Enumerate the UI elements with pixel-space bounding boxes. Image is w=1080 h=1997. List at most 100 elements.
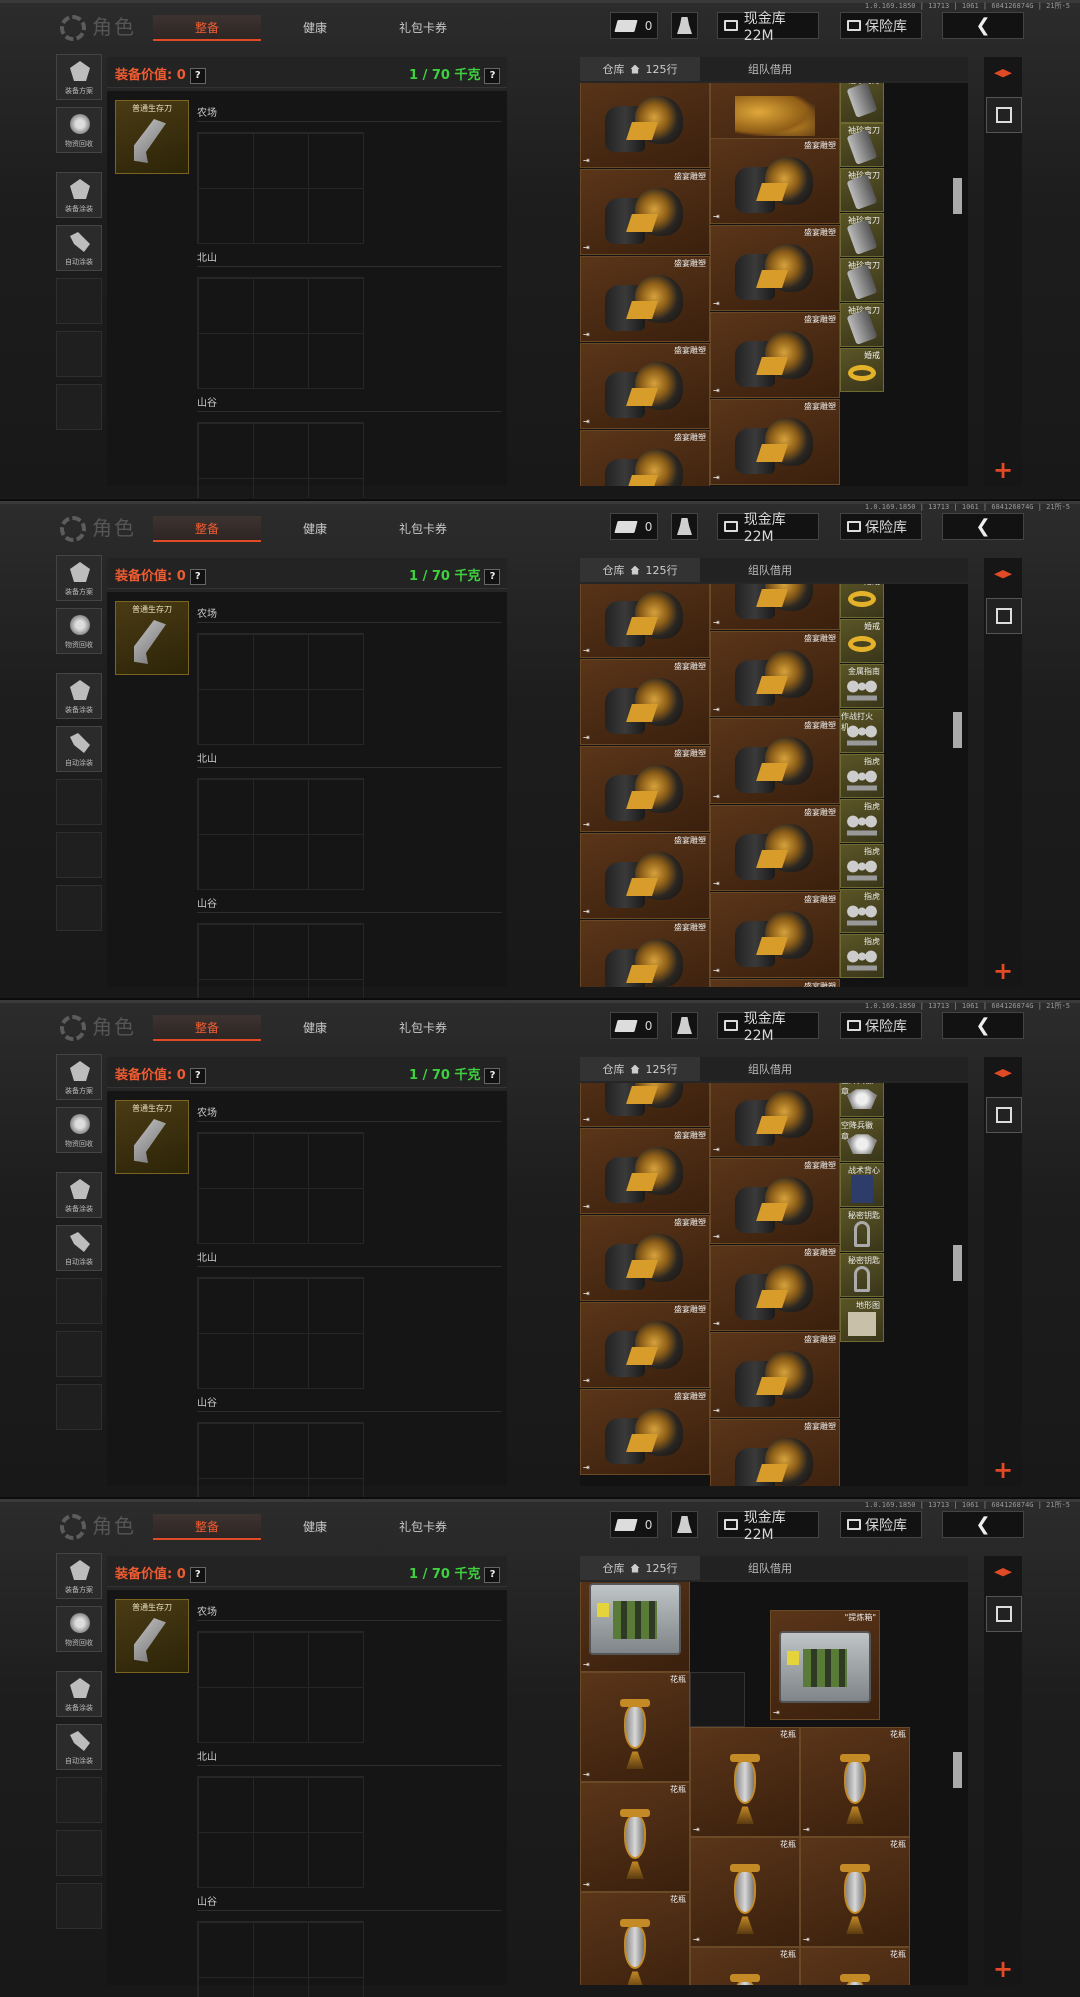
nav-loadout[interactable]: 装备方案 xyxy=(56,54,102,100)
inventory-item[interactable]: 盛宴雕塑⇥ xyxy=(710,718,840,804)
nav-recycle[interactable]: 物资回收 xyxy=(56,1606,102,1652)
sort-button[interactable] xyxy=(986,1059,1020,1093)
tab-storage[interactable]: 仓库 125行 xyxy=(580,1057,700,1081)
empty-grid[interactable] xyxy=(197,1132,364,1244)
tab-health[interactable]: 健康 xyxy=(285,516,345,540)
tab-equip[interactable]: 整备 xyxy=(153,15,261,41)
sort-button[interactable] xyxy=(986,1558,1020,1592)
sort-button[interactable] xyxy=(986,560,1020,594)
inventory-item[interactable]: 盛宴雕塑⇥ xyxy=(580,1083,710,1127)
profile-button[interactable] xyxy=(671,513,698,540)
scrollbar-thumb[interactable] xyxy=(953,178,962,214)
cash-vault-button[interactable]: 现金库 22M xyxy=(717,1011,819,1044)
inventory-item[interactable]: 盛宴雕塑⇥ xyxy=(580,1389,710,1475)
inventory-item[interactable]: 盛宴雕塑⇥ xyxy=(580,1302,710,1388)
inventory-item[interactable]: 指虎 xyxy=(840,889,884,933)
back-button[interactable]: ❮ xyxy=(942,12,1024,39)
sort-button[interactable] xyxy=(986,59,1020,93)
nav-recycle[interactable]: 物资回收 xyxy=(56,608,102,654)
tab-equip[interactable]: 整备 xyxy=(153,1514,261,1540)
inventory-item[interactable]: ⇥ xyxy=(580,83,710,168)
back-button[interactable]: ❮ xyxy=(942,1511,1024,1538)
nav-loadout[interactable]: 装备方案 xyxy=(56,555,102,601)
inventory-item[interactable]: 花瓶⇥ xyxy=(800,1837,910,1947)
inventory-item[interactable]: 金属指南 xyxy=(840,664,884,708)
equipped-knife-slot[interactable]: 普通生存刀 xyxy=(115,601,189,675)
back-button[interactable]: ❮ xyxy=(942,513,1024,540)
nav-loadout[interactable]: 装备方案 xyxy=(56,1054,102,1100)
inventory-item[interactable]: 袖珍弯刀 xyxy=(840,258,884,302)
nav-auto-paint[interactable]: 自动涂装 xyxy=(56,225,102,271)
cash-vault-button[interactable]: 现金库 22M xyxy=(717,1510,819,1543)
inventory-item[interactable]: 盛宴雕塑⇥ xyxy=(580,1215,710,1301)
inventory-item[interactable]: "提炼箱"⇥ xyxy=(580,1582,690,1672)
empty-grid[interactable] xyxy=(197,923,364,999)
equipped-knife-slot[interactable]: 普通生存刀 xyxy=(115,100,189,174)
tab-gift-cards[interactable]: 礼包卡券 xyxy=(383,1514,463,1538)
safe-vault-button[interactable]: 保险库 xyxy=(840,1511,922,1538)
tab-equip[interactable]: 整备 xyxy=(153,516,261,542)
empty-grid[interactable] xyxy=(197,778,364,890)
inventory-item[interactable]: 婚戒 xyxy=(840,619,884,663)
safe-vault-button[interactable]: 保险库 xyxy=(840,513,922,540)
tab-health[interactable]: 健康 xyxy=(285,1514,345,1538)
inventory-item[interactable]: 袖珍弯刀 xyxy=(840,168,884,212)
help-button[interactable]: ? xyxy=(484,1067,501,1084)
inventory-item[interactable]: 袖珍弯刀 xyxy=(840,83,884,123)
inventory-item[interactable]: 盛宴雕塑⇥ xyxy=(710,138,840,224)
filter-button[interactable] xyxy=(986,598,1022,634)
nav-recycle[interactable]: 物资回收 xyxy=(56,1107,102,1153)
inventory-item[interactable]: 指虎 xyxy=(840,799,884,843)
inventory-item[interactable]: 花瓶⇥ xyxy=(800,1727,910,1837)
safe-vault-button[interactable]: 保险库 xyxy=(840,12,922,39)
filter-button[interactable] xyxy=(986,1097,1022,1133)
help-button[interactable]: ? xyxy=(484,568,501,585)
help-button[interactable]: ? xyxy=(189,1566,206,1583)
inventory-item[interactable]: 花瓶⇥ xyxy=(580,1672,690,1782)
nav-paint[interactable]: 装备涂装 xyxy=(56,172,102,218)
filter-button[interactable] xyxy=(986,97,1022,133)
add-button[interactable]: + xyxy=(993,1957,1013,1981)
inventory-item[interactable]: 花瓶⇥ xyxy=(580,1782,690,1892)
profile-button[interactable] xyxy=(671,12,698,39)
tab-team-borrow[interactable]: 组队借用 xyxy=(730,558,810,582)
inventory-item[interactable]: 秘密钥匙 xyxy=(840,1208,884,1252)
inventory-item[interactable]: 指虎 xyxy=(840,844,884,888)
inventory-item[interactable]: 盛宴雕塑⇥ xyxy=(580,584,710,658)
inventory-item[interactable]: 花瓶⇥ xyxy=(690,1947,800,1985)
profile-button[interactable] xyxy=(671,1012,698,1039)
tab-health[interactable]: 健康 xyxy=(285,15,345,39)
inventory-item[interactable]: 盛宴雕塑⇥ xyxy=(710,1083,840,1157)
inventory-item[interactable]: 战术背心 xyxy=(840,1163,884,1207)
inventory-item[interactable]: "提炼箱"⇥ xyxy=(770,1610,880,1720)
nav-auto-paint[interactable]: 自动涂装 xyxy=(56,726,102,772)
inventory-item[interactable]: 婚戒 xyxy=(840,584,884,618)
nav-loadout[interactable]: 装备方案 xyxy=(56,1553,102,1599)
equipped-knife-slot[interactable]: 普通生存刀 xyxy=(115,1599,189,1673)
empty-grid[interactable] xyxy=(197,277,364,389)
inventory-item[interactable]: 盛宴雕塑⇥ xyxy=(710,631,840,717)
empty-grid[interactable] xyxy=(197,1631,364,1743)
back-button[interactable]: ❮ xyxy=(942,1012,1024,1039)
nav-paint[interactable]: 装备涂装 xyxy=(56,1172,102,1218)
help-button[interactable]: ? xyxy=(189,1067,206,1084)
tab-team-borrow[interactable]: 组队借用 xyxy=(730,1556,810,1580)
inventory-item[interactable]: 盛宴雕塑⇥ xyxy=(710,312,840,398)
empty-grid[interactable] xyxy=(197,1277,364,1389)
empty-grid[interactable] xyxy=(197,422,364,498)
tab-storage[interactable]: 仓库 125行 xyxy=(580,57,700,81)
inventory-item[interactable]: 空降兵徽章 xyxy=(840,1083,884,1117)
inventory-item[interactable]: 盛宴雕塑⇥ xyxy=(710,892,840,978)
inventory-item[interactable]: 秘密钥匙 xyxy=(840,1253,884,1297)
inventory-item[interactable]: 婚戒 xyxy=(840,348,884,392)
inventory-item[interactable]: 盛宴雕塑⇥ xyxy=(710,1332,840,1418)
ticket-counter[interactable]: 0 xyxy=(610,513,658,540)
inventory-item[interactable]: 盛宴雕塑⇥ xyxy=(580,256,710,342)
inventory-item[interactable]: 花瓶⇥ xyxy=(690,1837,800,1947)
inventory-item[interactable]: 盛宴雕塑⇥ xyxy=(710,225,840,311)
inventory-item[interactable]: 袖珍弯刀 xyxy=(840,123,884,167)
inventory-item[interactable]: 盛宴雕塑⇥ xyxy=(580,746,710,832)
inventory-item[interactable]: 盛宴雕塑⇥ xyxy=(580,343,710,429)
nav-recycle[interactable]: 物资回收 xyxy=(56,107,102,153)
empty-grid[interactable] xyxy=(197,1776,364,1888)
